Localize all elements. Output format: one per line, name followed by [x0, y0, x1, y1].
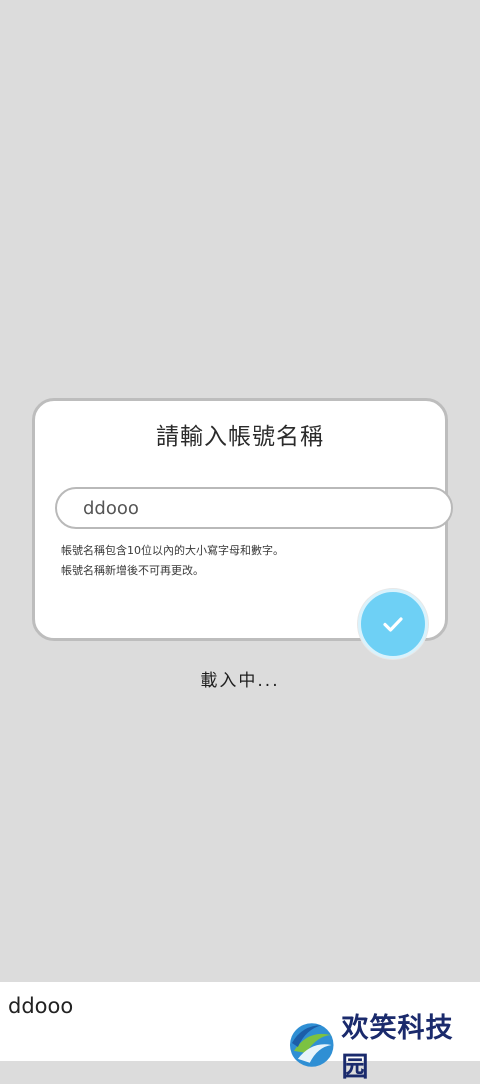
bottom-caption-bar: ddooo 欢笑科技园 — [0, 982, 480, 1083]
hint-text-immutable: 帳號名稱新增後不可再更改。 — [61, 564, 204, 577]
dialog-title: 請輸入帳號名稱 — [156, 424, 324, 450]
checkmark-icon — [383, 617, 403, 632]
account-name-input[interactable] — [55, 487, 453, 529]
brand-name: 欢笑科技园 — [341, 1013, 454, 1083]
hint-text-length: 帳號名稱包含10位以內的大小寫字母和數字。 — [61, 544, 284, 557]
caption-text: ddooo — [8, 994, 74, 1018]
confirm-button[interactable] — [358, 589, 428, 659]
brand-logo-icon — [289, 1023, 334, 1067]
brand-watermark: 欢笑科技园 — [288, 1006, 480, 1084]
loading-text: 載入中... — [200, 671, 280, 691]
